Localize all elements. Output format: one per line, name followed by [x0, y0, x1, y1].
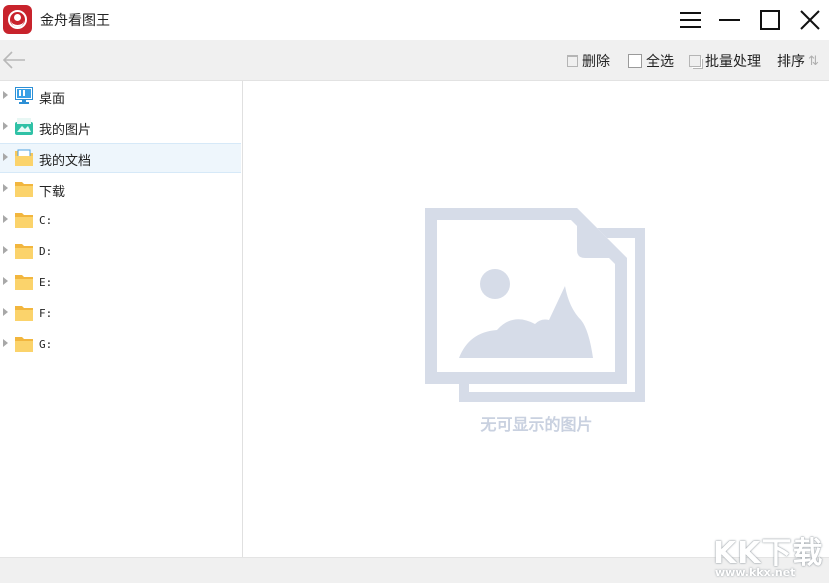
folder-tree: 桌面 我的图片 我的文档 下载 C: D: E: F: G:: [0, 81, 243, 557]
title-bar: 金舟看图王: [0, 0, 829, 40]
watermark: KK下载 www.kkx.net: [705, 522, 829, 583]
toolbar: 删除 全选 批量处理 排序 ⇅: [0, 40, 829, 81]
tree-item-desktop[interactable]: 桌面: [0, 81, 241, 111]
batch-label: 批量处理: [705, 54, 761, 70]
select-all-checkbox[interactable]: 全选: [628, 51, 674, 71]
expand-arrow-icon[interactable]: [3, 215, 8, 223]
select-all-label: 全选: [646, 54, 674, 70]
expand-arrow-icon[interactable]: [3, 339, 8, 347]
checkbox-icon[interactable]: [628, 54, 642, 68]
back-button[interactable]: [0, 48, 28, 72]
app-title: 金舟看图王: [40, 13, 110, 29]
tree-item-label: 我的图片: [39, 123, 92, 138]
close-icon[interactable]: [796, 6, 824, 34]
folder-icon: [15, 211, 33, 228]
trash-icon: [567, 55, 578, 67]
desktop-icon: [15, 87, 33, 104]
folder-icon: [15, 180, 33, 197]
tree-item-label: D:: [39, 245, 53, 258]
delete-label: 删除: [582, 54, 610, 70]
tree-item-drive-e[interactable]: E:: [0, 267, 241, 297]
empty-message: 无可显示的图片: [480, 415, 593, 434]
folder-icon: [15, 335, 33, 352]
batch-icon: [689, 55, 701, 67]
documents-icon: [15, 149, 33, 166]
tree-item-documents[interactable]: 我的文档: [0, 143, 241, 173]
tree-item-label: F:: [39, 307, 53, 320]
expand-arrow-icon[interactable]: [3, 246, 8, 254]
folder-icon: [15, 304, 33, 321]
tree-item-drive-g[interactable]: G:: [0, 329, 241, 359]
expand-arrow-icon[interactable]: [3, 153, 8, 161]
batch-process-button[interactable]: 批量处理: [689, 51, 761, 71]
image-viewer-area: 无可显示的图片: [244, 81, 829, 557]
tree-item-label: C:: [39, 214, 53, 227]
sort-icon: ⇅: [808, 53, 819, 69]
arrow-left-icon: [0, 51, 28, 76]
tree-item-downloads[interactable]: 下载: [0, 174, 241, 204]
maximize-icon[interactable]: [756, 6, 784, 34]
sort-button[interactable]: 排序 ⇅: [777, 51, 823, 71]
pictures-icon: [15, 118, 33, 135]
tree-item-pictures[interactable]: 我的图片: [0, 112, 241, 142]
delete-button[interactable]: 删除: [567, 51, 610, 71]
folder-icon: [15, 273, 33, 290]
expand-arrow-icon[interactable]: [3, 184, 8, 192]
tree-item-label: 下载: [39, 185, 66, 200]
tree-item-label: 我的文档: [39, 154, 92, 169]
tree-item-label: G:: [39, 338, 53, 351]
tree-item-drive-d[interactable]: D:: [0, 236, 241, 266]
tree-item-label: E:: [39, 276, 53, 289]
expand-arrow-icon[interactable]: [3, 91, 8, 99]
tree-item-drive-f[interactable]: F:: [0, 298, 241, 328]
folder-icon: [15, 242, 33, 259]
tree-item-label: 桌面: [39, 92, 66, 107]
sort-label: 排序: [777, 54, 805, 70]
image-placeholder-icon: [425, 208, 649, 404]
minimize-icon[interactable]: [716, 6, 744, 34]
watermark-url: www.kkx.net: [715, 566, 796, 579]
hamburger-menu-icon[interactable]: [677, 6, 705, 34]
app-logo-icon: [3, 5, 32, 34]
expand-arrow-icon[interactable]: [3, 122, 8, 130]
expand-arrow-icon[interactable]: [3, 308, 8, 316]
expand-arrow-icon[interactable]: [3, 277, 8, 285]
tree-item-drive-c[interactable]: C:: [0, 205, 241, 235]
